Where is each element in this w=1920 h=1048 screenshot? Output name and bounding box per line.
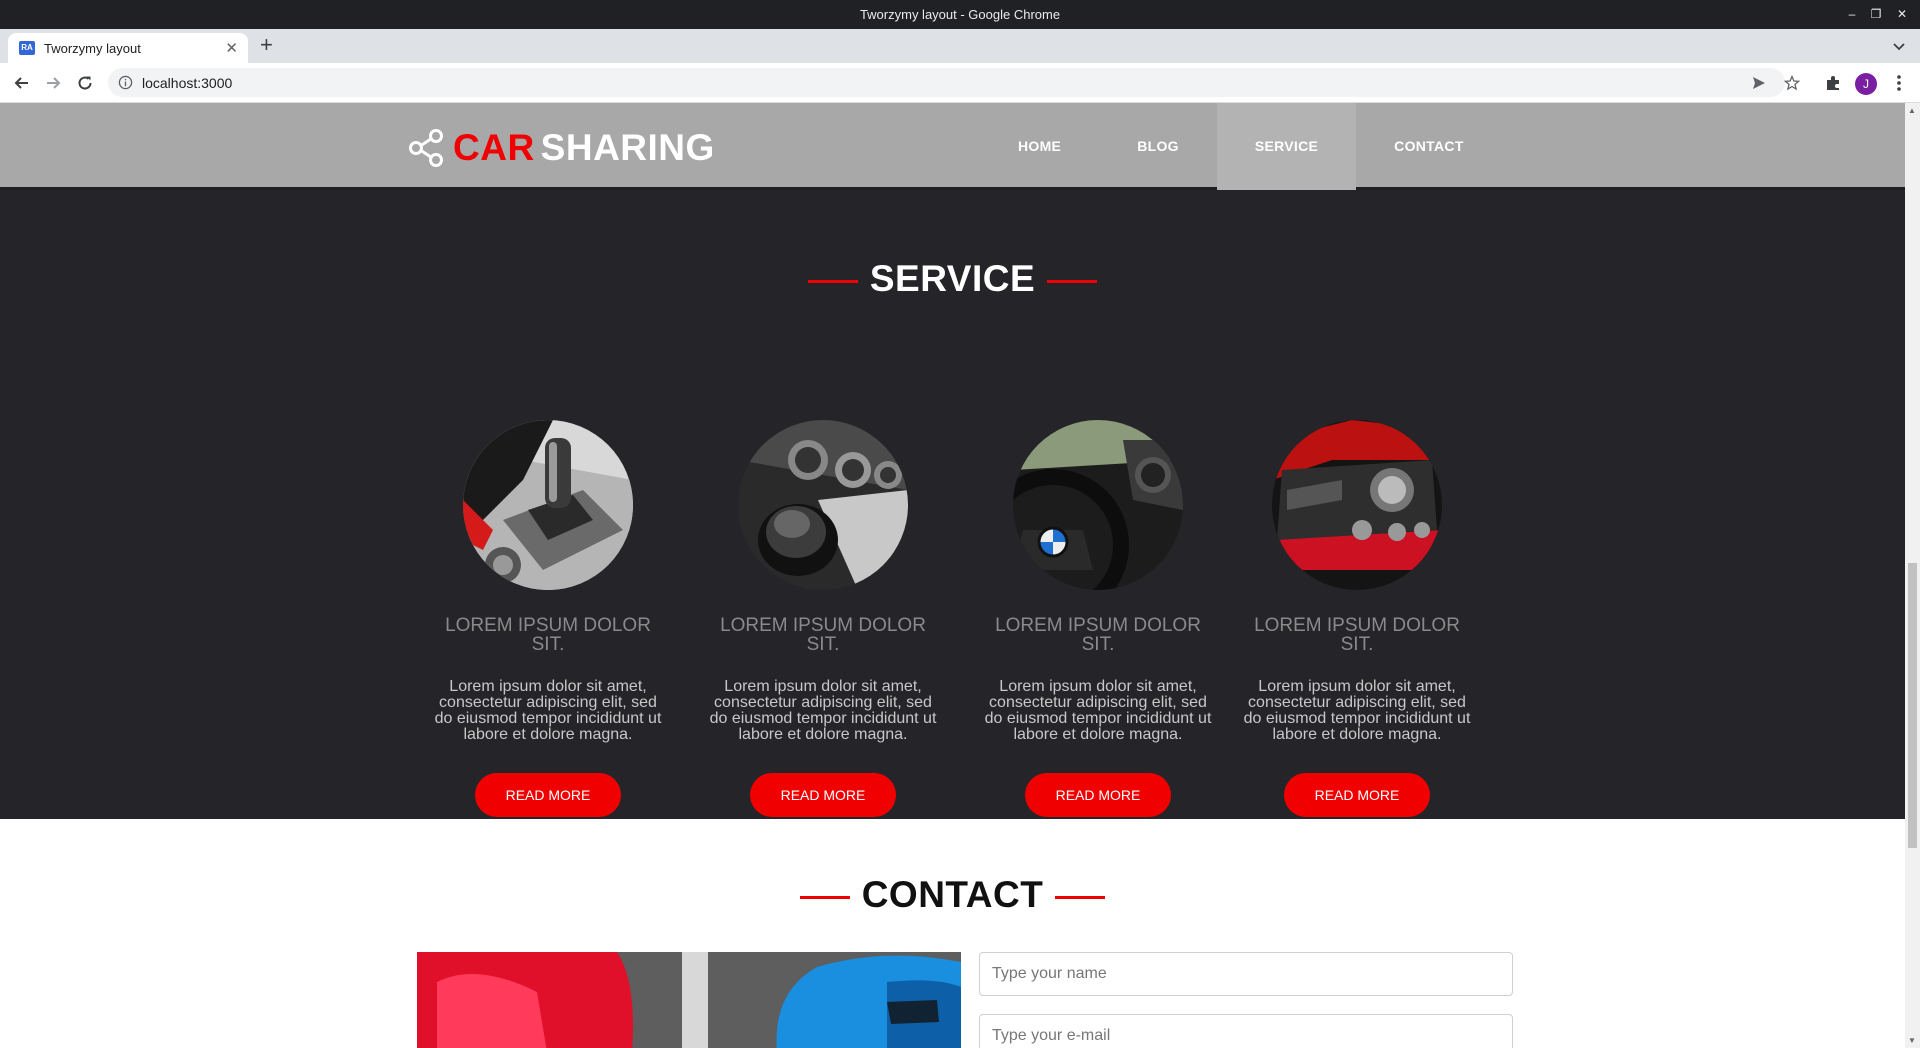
card-title: LOREM IPSUM DOLOR SIT. — [445, 615, 651, 655]
heading-line-right — [1047, 279, 1098, 283]
center-console-image — [1272, 420, 1442, 590]
nav-item-home[interactable]: HOME — [980, 103, 1099, 190]
send-icon[interactable] — [1751, 75, 1767, 91]
scroll-up-icon[interactable]: ▲ — [1908, 106, 1916, 115]
tab-strip: RA Tworzymy layout ✕ + — [0, 29, 1920, 63]
url-text: localhost:3000 — [142, 75, 233, 91]
service-card: LOREM IPSUM DOLOR SIT. Lorem ipsum dolor… — [980, 420, 1216, 817]
window-title: Tworzymy layout - Google Chrome — [859, 7, 1061, 22]
read-more-button[interactable]: READ MORE — [475, 773, 621, 817]
contact-title: CONTACT — [861, 874, 1044, 915]
scroll-down-icon[interactable]: ▼ — [1908, 1036, 1916, 1045]
card-title: LOREM IPSUM DOLOR SIT. — [995, 615, 1201, 655]
main-nav: HOME BLOG SERVICE CONTACT — [980, 103, 1502, 190]
browser-tab[interactable]: RA Tworzymy layout ✕ — [8, 33, 248, 63]
page-viewport: CAR SHARING HOME BLOG SERVICE CONTACT SER… — [0, 103, 1920, 1048]
manual-gear-knob-image — [738, 420, 908, 590]
read-more-button[interactable]: READ MORE — [1025, 773, 1171, 817]
cars-parked-image — [417, 952, 961, 1048]
share-icon — [409, 129, 443, 167]
heading-line-right — [1055, 895, 1106, 899]
window-titlebar: Tworzymy layout - Google Chrome – ❐ ✕ — [0, 0, 1920, 29]
forward-arrow-icon[interactable] — [43, 73, 63, 93]
steering-wheel-image — [1013, 420, 1183, 590]
service-card: LOREM IPSUM DOLOR SIT. Lorem ipsum dolor… — [1239, 420, 1475, 817]
gear-shifter-image — [463, 420, 633, 590]
email-field[interactable] — [979, 1014, 1513, 1048]
heading-line-left — [799, 895, 850, 899]
service-title: SERVICE — [869, 258, 1036, 299]
card-text: Lorem ipsum dolor sit amet, consectetur … — [434, 678, 662, 743]
name-field[interactable] — [979, 952, 1513, 996]
contact-section: CONTACT — [0, 819, 1905, 1048]
read-more-button[interactable]: READ MORE — [750, 773, 896, 817]
service-section: SERVICE LOREM IPSUM DOLOR SIT. Lorem ips… — [0, 190, 1905, 819]
new-tab-icon[interactable]: + — [260, 34, 273, 56]
card-text: Lorem ipsum dolor sit amet, consectetur … — [1243, 678, 1471, 743]
scrollbar-thumb[interactable] — [1908, 563, 1917, 848]
card-text: Lorem ipsum dolor sit amet, consectetur … — [709, 678, 937, 743]
star-icon[interactable] — [1784, 75, 1800, 91]
service-card: LOREM IPSUM DOLOR SIT. Lorem ipsum dolor… — [430, 420, 666, 817]
favicon-icon: RA — [19, 41, 35, 55]
site-header: CAR SHARING HOME BLOG SERVICE CONTACT — [0, 103, 1905, 190]
close-tab-icon[interactable]: ✕ — [225, 39, 238, 57]
nav-item-blog[interactable]: BLOG — [1099, 103, 1217, 190]
logo-sharing: SHARING — [540, 127, 715, 168]
service-heading: SERVICE — [0, 258, 1905, 300]
service-card: LOREM IPSUM DOLOR SIT. Lorem ipsum dolor… — [705, 420, 941, 817]
back-arrow-icon[interactable] — [12, 73, 32, 93]
nav-item-contact[interactable]: CONTACT — [1356, 103, 1502, 190]
info-icon[interactable] — [118, 75, 133, 90]
logo-car: CAR — [453, 127, 535, 168]
browser-toolbar: localhost:3000 J — [0, 63, 1920, 103]
heading-line-left — [807, 279, 858, 283]
restore-icon[interactable]: ❐ — [1868, 6, 1884, 22]
page-scrollbar[interactable]: ▲ ▼ — [1905, 103, 1920, 1048]
card-title: LOREM IPSUM DOLOR SIT. — [720, 615, 926, 655]
profile-avatar[interactable]: J — [1855, 73, 1877, 95]
logo-text: CAR SHARING — [453, 127, 715, 169]
minimize-icon[interactable]: – — [1844, 6, 1860, 22]
tab-title: Tworzymy layout — [44, 41, 141, 56]
nav-item-service[interactable]: SERVICE — [1216, 103, 1357, 190]
contact-heading: CONTACT — [0, 874, 1905, 916]
extensions-icon[interactable] — [1823, 73, 1843, 93]
more-menu-icon[interactable] — [1889, 73, 1909, 93]
reload-icon[interactable] — [75, 73, 95, 93]
read-more-button[interactable]: READ MORE — [1284, 773, 1430, 817]
card-text: Lorem ipsum dolor sit amet, consectetur … — [984, 678, 1212, 743]
close-window-icon[interactable]: ✕ — [1894, 6, 1910, 22]
address-bar[interactable]: localhost:3000 — [108, 68, 1800, 97]
chevron-down-icon[interactable] — [1892, 39, 1906, 53]
card-title: LOREM IPSUM DOLOR SIT. — [1254, 615, 1460, 655]
